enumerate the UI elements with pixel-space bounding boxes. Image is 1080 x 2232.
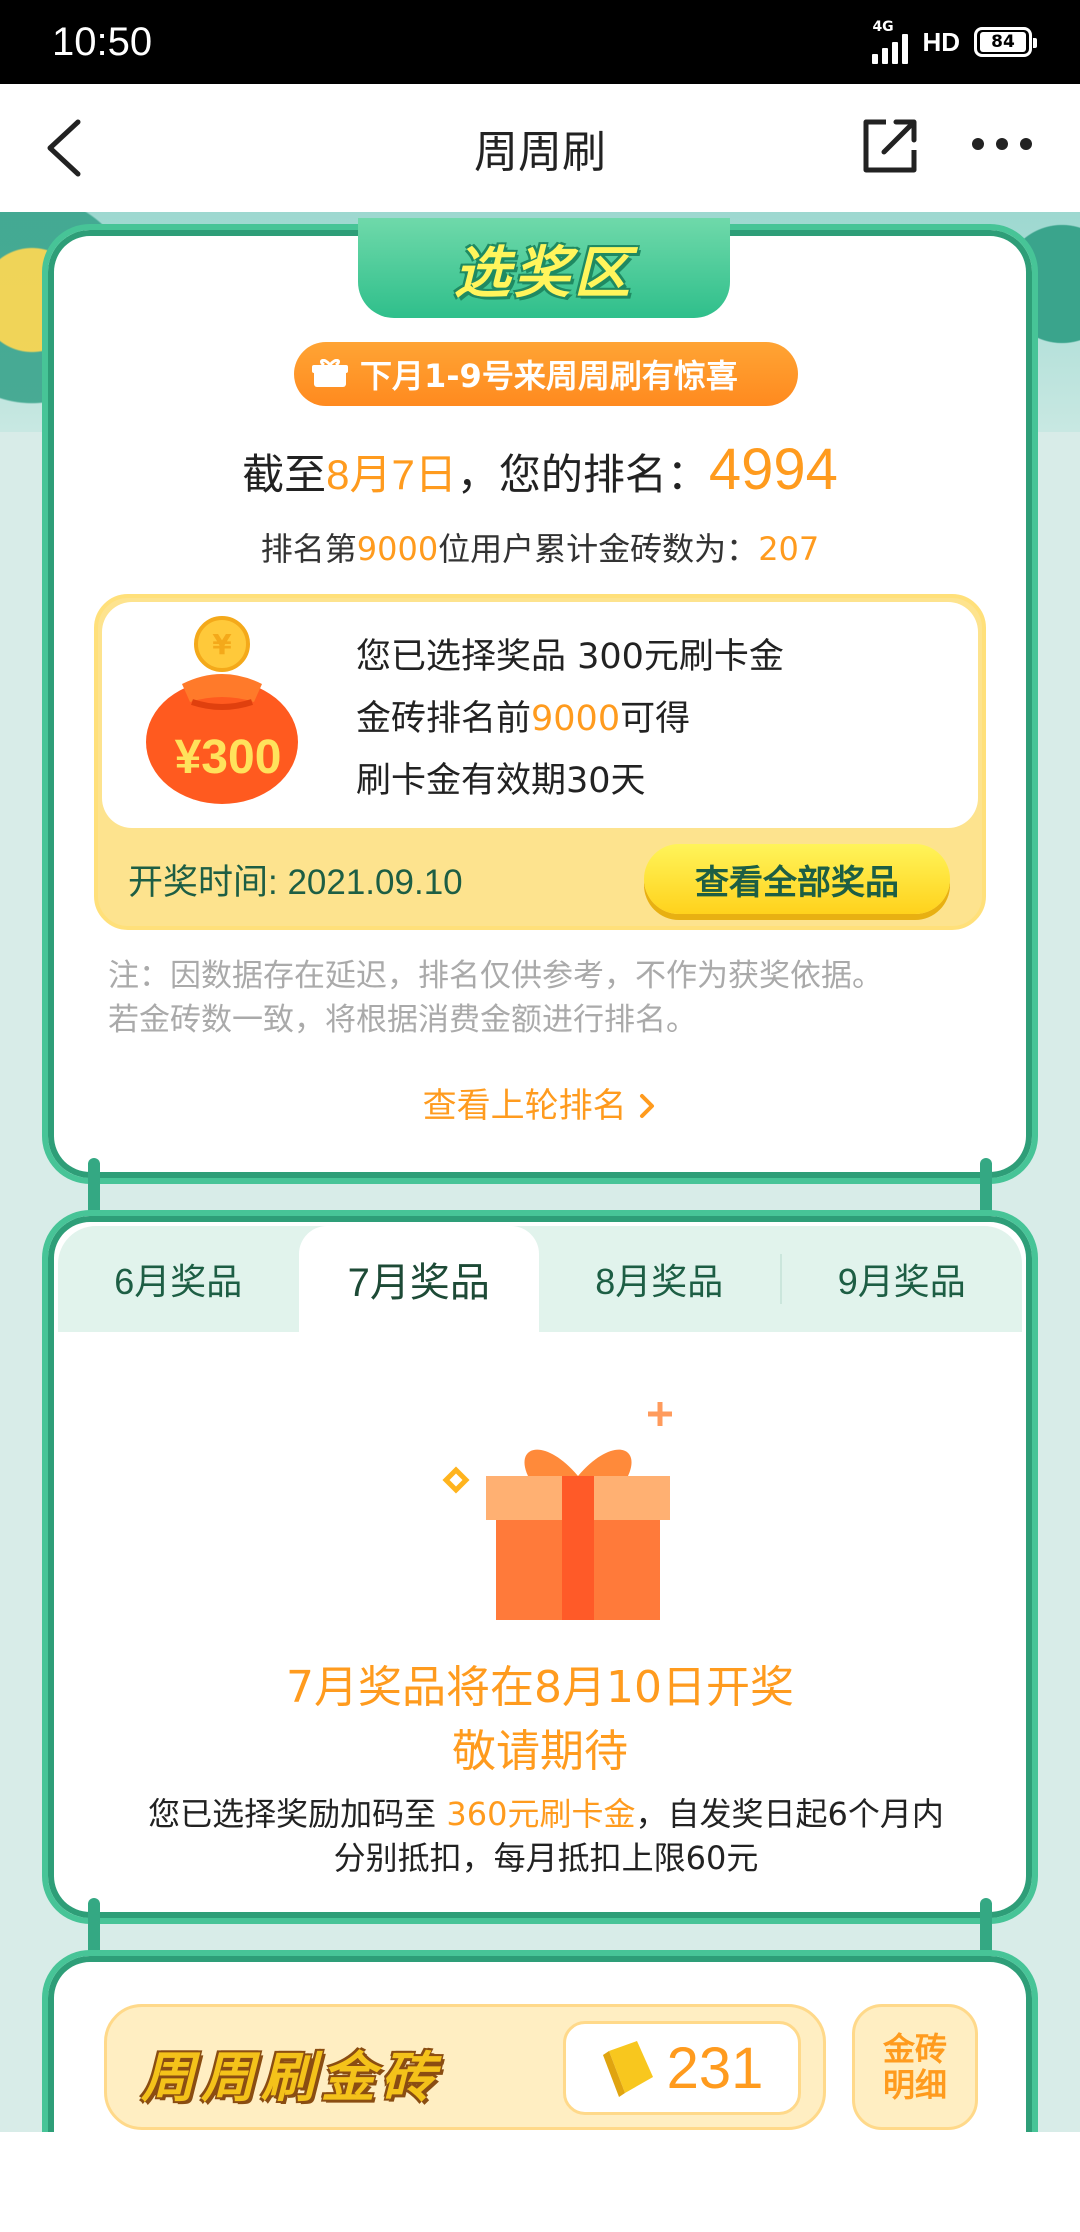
rank-mid: ，您的排名： <box>456 451 709 498</box>
svg-text:¥: ¥ <box>212 628 232 661</box>
award-section: 选奖区 下月1-9号来周周刷有惊喜 截至8月7日，您的排名：4994 排名第90… <box>42 218 1038 1184</box>
signal-icon <box>872 34 909 64</box>
prize-badge: ¥300 <box>174 731 282 784</box>
boost-amount: 360元刷卡金 <box>446 1795 636 1833</box>
condition-rank: 9000 <box>531 699 621 739</box>
nav-bar: 周周刷 <box>0 84 1080 212</box>
network-label: 4G <box>872 19 894 35</box>
threshold-value: 207 <box>758 530 820 568</box>
hd-icon: HD <box>922 26 960 57</box>
prize-validity: 刷卡金有效期30天 <box>356 761 646 801</box>
threshold-rank: 9000 <box>356 530 439 568</box>
threshold-mid: 位用户累计金砖数为： <box>438 530 759 568</box>
gold-brick-count: 231 <box>563 2021 801 2115</box>
tab-july[interactable]: 7月奖品 <box>298 1226 539 1332</box>
note-line-2: 若金砖数一致，将根据消费金额进行排名。 <box>108 1002 697 1038</box>
condition-prefix: 金砖排名前 <box>356 699 532 739</box>
last-round-ranking-link[interactable]: 查看上轮排名 <box>48 1078 1032 1127</box>
gold-brick-section: 周周刷金砖 231 金砖 明细 <box>42 1950 1038 2150</box>
status-icons: 4G HD 84 <box>872 19 1037 64</box>
surprise-banner-text: 下月1-9号来周周刷有惊喜 <box>360 357 738 395</box>
threshold-prefix: 排名第 <box>260 530 357 568</box>
draw-announcement: 7月奖品将在8月10日开奖 敬请期待 <box>48 1656 1032 1784</box>
tab-august[interactable]: 8月奖品 <box>539 1226 780 1332</box>
prize-info: ¥ ¥300 您已选择奖品 300元刷卡金 金砖排名前9000可得 刷卡金有效期… <box>102 602 978 828</box>
announce-line-1: 7月奖品将在8月10日开奖 <box>286 1662 794 1713</box>
view-all-prizes-button[interactable]: 查看全部奖品 <box>644 844 950 914</box>
signal-group: 4G <box>872 19 909 64</box>
gold-brick-count-value: 231 <box>666 2035 764 2101</box>
last-round-label: 查看上轮排名 <box>422 1086 627 1126</box>
share-icon[interactable] <box>858 114 922 178</box>
boost-line-1: 您已选择奖励加码至 360元刷卡金，自发奖日起6个月内 <box>88 1792 1004 1836</box>
draw-time: 开奖时间: 2021.09.10 <box>128 863 463 902</box>
ranking-note: 注：因数据存在延迟，排名仅供参考，不作为获奖依据。 若金砖数一致，将根据消费金额… <box>108 954 988 1042</box>
battery-level: 84 <box>980 32 1026 52</box>
detail-line-2: 明细 <box>882 2066 947 2104</box>
gold-brick-title: 周周刷金砖 <box>141 2046 441 2109</box>
gold-brick-icon <box>602 2041 653 2097</box>
prize-selected: 您已选择奖品 300元刷卡金 <box>356 637 784 677</box>
rank-prefix: 截至 <box>242 451 327 498</box>
prize-text: 您已选择奖品 300元刷卡金 金砖排名前9000可得 刷卡金有效期30天 <box>356 626 784 812</box>
award-section-header: 选奖区 <box>358 218 730 318</box>
gift-box-icon <box>442 1402 672 1620</box>
month-tabs: 6月奖品 7月奖品 8月奖品 9月奖品 <box>58 1226 1022 1332</box>
chevron-right-icon <box>640 1094 655 1118</box>
bottom-area <box>0 2132 1080 2232</box>
battery-icon: 84 <box>974 27 1037 57</box>
gold-brick-detail-button[interactable]: 金砖 明细 <box>852 2004 978 2130</box>
page-title: 周周刷 <box>474 128 606 177</box>
prize-condition: 金砖排名前9000可得 <box>356 688 784 750</box>
rank-line: 截至8月7日，您的排名：4994 <box>48 436 1032 503</box>
status-time: 10:50 <box>52 19 153 64</box>
boost-suffix: ，自发奖日起6个月内 <box>635 1795 944 1833</box>
back-icon[interactable] <box>36 114 96 182</box>
gift-icon <box>312 359 348 387</box>
threshold-line: 排名第9000位用户累计金砖数为：207 <box>48 524 1032 570</box>
detail-line-1: 金砖 <box>882 2030 947 2068</box>
gold-brick-bar: 周周刷金砖 231 <box>104 2004 826 2130</box>
surprise-banner: 下月1-9号来周周刷有惊喜 <box>294 342 798 406</box>
reward-boost-text: 您已选择奖励加码至 360元刷卡金，自发奖日起6个月内 分别抵扣，每月抵扣上限6… <box>88 1792 1004 1880</box>
gold-brick-detail-label: 金砖 明细 <box>883 2031 947 2103</box>
monthly-prizes-section: 6月奖品 7月奖品 8月奖品 9月奖品 7月奖品将在8月10日开奖 敬请期待 您… <box>42 1210 1038 1924</box>
selected-prize-card: ¥ ¥300 您已选择奖品 300元刷卡金 金砖排名前9000可得 刷卡金有效期… <box>94 594 986 930</box>
award-section-title: 选奖区 <box>454 240 634 306</box>
rank-date: 8月7日 <box>326 451 457 498</box>
tab-june[interactable]: 6月奖品 <box>58 1226 299 1332</box>
announce-line-2: 敬请期待 <box>452 1726 628 1777</box>
boost-line-2: 分别抵扣，每月抵扣上限60元 <box>333 1839 759 1877</box>
tab-september[interactable]: 9月奖品 <box>782 1226 1023 1332</box>
note-line-1: 注：因数据存在延迟，排名仅供参考，不作为获奖依据。 <box>108 958 883 994</box>
boost-prefix: 您已选择奖励加码至 <box>148 1795 447 1833</box>
status-bar: 10:50 4G HD 84 <box>0 0 1080 84</box>
condition-suffix: 可得 <box>620 699 691 739</box>
rank-value: 4994 <box>708 437 838 502</box>
more-icon[interactable] <box>972 124 1042 164</box>
